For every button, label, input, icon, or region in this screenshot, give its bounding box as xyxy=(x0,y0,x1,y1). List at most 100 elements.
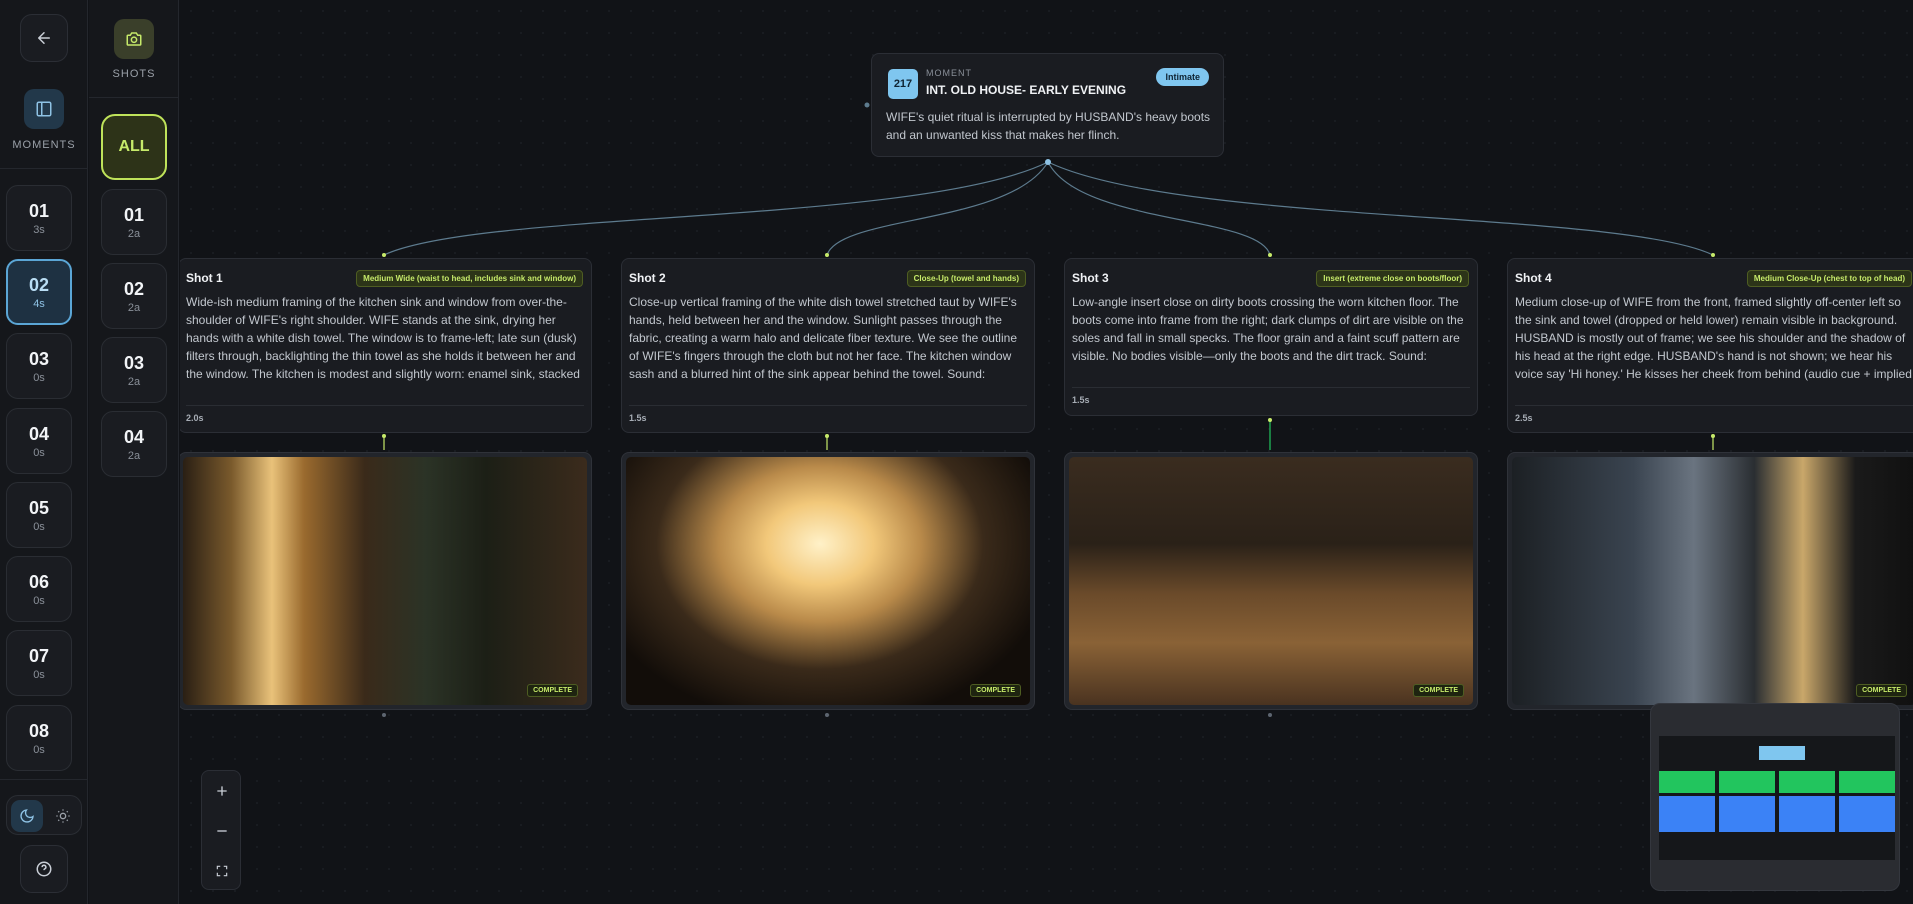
rail-divider xyxy=(0,168,88,169)
shot-duration: 2.0s xyxy=(186,413,204,423)
moment-item-04[interactable]: 04 0s xyxy=(6,408,72,474)
graph-canvas[interactable]: 217 MOMENT INT. OLD HOUSE- EARLY EVENING… xyxy=(180,0,1913,904)
minimap-shot xyxy=(1659,771,1715,793)
shot-number: 01 xyxy=(123,204,145,225)
divider xyxy=(629,405,1027,406)
edge-shot-1 xyxy=(383,161,1049,256)
shot-description: Medium close-up of WIFE from the front, … xyxy=(1515,295,1912,381)
shot-duration: 1.5s xyxy=(1072,395,1090,405)
moment-number: 08 xyxy=(28,720,50,741)
moment-duration: 0s xyxy=(33,520,45,533)
moment-number: 05 xyxy=(28,497,50,518)
moment-duration: 4s xyxy=(33,297,45,310)
moment-duration: 3s xyxy=(33,223,45,236)
shot-card-3[interactable]: Shot 3 Insert (extreme close on boots/fl… xyxy=(1064,258,1478,416)
moment-item-03[interactable]: 03 0s xyxy=(6,333,72,399)
moment-item-06[interactable]: 06 0s xyxy=(6,556,72,622)
moment-item-05[interactable]: 05 0s xyxy=(6,482,72,548)
help-icon xyxy=(36,861,52,877)
minimap-frame xyxy=(1839,796,1895,832)
shot-filter-04[interactable]: 04 2a xyxy=(101,411,167,477)
moment-item-08[interactable]: 08 0s xyxy=(6,705,72,771)
camera-icon xyxy=(126,32,142,46)
minimap-shot xyxy=(1779,771,1835,793)
fit-view-button[interactable] xyxy=(202,851,242,891)
minimap-moment xyxy=(1759,746,1805,760)
moment-item-07[interactable]: 07 0s xyxy=(6,630,72,696)
shot-frame-2[interactable]: COMPLETE xyxy=(621,452,1035,710)
divider xyxy=(1072,387,1470,388)
arrow-left-icon xyxy=(38,32,50,44)
moment-number: 02 xyxy=(28,274,50,295)
plus-icon xyxy=(217,786,227,796)
shot-title: Shot 2 xyxy=(629,271,666,285)
framing-tag: Insert (extreme close on boots/floor) xyxy=(1316,270,1469,287)
minimap[interactable] xyxy=(1650,703,1900,891)
shot-filter-03[interactable]: 03 2a xyxy=(101,337,167,403)
shot-card-1[interactable]: Shot 1 Medium Wide (waist to head, inclu… xyxy=(180,258,592,433)
fit-view-icon xyxy=(216,865,228,877)
moment-item-01[interactable]: 01 3s xyxy=(6,185,72,251)
shot-count: 2a xyxy=(127,375,141,388)
status-badge: COMPLETE xyxy=(1413,684,1464,697)
minimap-frame xyxy=(1659,796,1715,832)
moment-duration: 0s xyxy=(33,371,45,384)
minimap-viewport xyxy=(1659,736,1895,860)
edge-handle xyxy=(825,434,829,438)
shot-filter-02[interactable]: 02 2a xyxy=(101,263,167,329)
shot-duration: 2.5s xyxy=(1515,413,1533,423)
shot-number: 02 xyxy=(123,278,145,299)
sun-icon xyxy=(56,809,70,823)
edge-shot-3 xyxy=(1047,161,1271,256)
edge-handle xyxy=(382,434,386,438)
mood-tag: Intimate xyxy=(1156,68,1209,86)
shot-count: 2a xyxy=(127,301,141,314)
shot-filter-01[interactable]: 01 2a xyxy=(101,189,167,255)
framing-tag: Close-Up (towel and hands) xyxy=(906,270,1026,287)
moon-icon xyxy=(20,809,34,823)
shot-description: Low-angle insert close on dirty boots cr… xyxy=(1072,295,1464,363)
back-button[interactable] xyxy=(20,14,68,62)
edge-handle xyxy=(382,253,386,257)
zoom-in-button[interactable] xyxy=(202,771,242,811)
framing-tag: Medium Close-Up (chest to top of head) xyxy=(1746,270,1912,287)
shot-title: Shot 1 xyxy=(186,271,223,285)
edge-handle xyxy=(1711,434,1715,438)
shot-image: COMPLETE xyxy=(1512,457,1913,705)
shots-rail: SHOTS ALL 01 2a 02 2a 03 2a 04 2a xyxy=(89,0,179,904)
moment-duration: 0s xyxy=(33,594,45,607)
edge-handle xyxy=(825,713,829,717)
shot-frame-1[interactable]: COMPLETE xyxy=(180,452,592,710)
zoom-out-button[interactable] xyxy=(202,811,242,851)
edge-handle xyxy=(1268,418,1272,422)
shot-number: 04 xyxy=(123,426,145,447)
edge-shot-4 xyxy=(1047,161,1714,256)
help-button[interactable] xyxy=(20,845,68,893)
shot-frame-3[interactable]: COMPLETE xyxy=(1064,452,1478,710)
minimap-frame xyxy=(1779,796,1835,832)
moments-rail: MOMENTS 01 3s 02 4s 03 0s 04 0s 05 0s 06… xyxy=(0,0,88,904)
shot-description: Wide-ish medium framing of the kitchen s… xyxy=(186,295,580,381)
shot-image: COMPLETE xyxy=(1069,457,1473,705)
divider xyxy=(186,405,584,406)
shot-card-2[interactable]: Shot 2 Close-Up (towel and hands) Close-… xyxy=(621,258,1035,433)
moment-title: INT. OLD HOUSE- EARLY EVENING xyxy=(926,83,1127,97)
sidebar-panel-icon xyxy=(36,101,52,117)
theme-toggle[interactable] xyxy=(6,795,82,835)
status-badge: COMPLETE xyxy=(970,684,1021,697)
edge-handle xyxy=(382,713,386,717)
moment-item-02[interactable]: 02 4s xyxy=(6,259,72,325)
shot-frame-4[interactable]: COMPLETE xyxy=(1507,452,1913,710)
minus-icon xyxy=(217,830,227,832)
moment-duration: 0s xyxy=(33,446,45,459)
shots-toggle[interactable] xyxy=(114,19,154,59)
dark-mode-option[interactable] xyxy=(11,800,43,832)
edge-handle xyxy=(864,102,870,108)
shot-card-4[interactable]: Shot 4 Medium Close-Up (chest to top of … xyxy=(1507,258,1913,433)
light-mode-option[interactable] xyxy=(47,800,79,832)
moments-toggle[interactable] xyxy=(24,89,64,129)
edge-handle xyxy=(825,253,829,257)
moment-node[interactable]: 217 MOMENT INT. OLD HOUSE- EARLY EVENING… xyxy=(871,53,1224,157)
all-shots-button[interactable]: ALL xyxy=(101,114,167,180)
moment-duration: 0s xyxy=(33,743,45,756)
